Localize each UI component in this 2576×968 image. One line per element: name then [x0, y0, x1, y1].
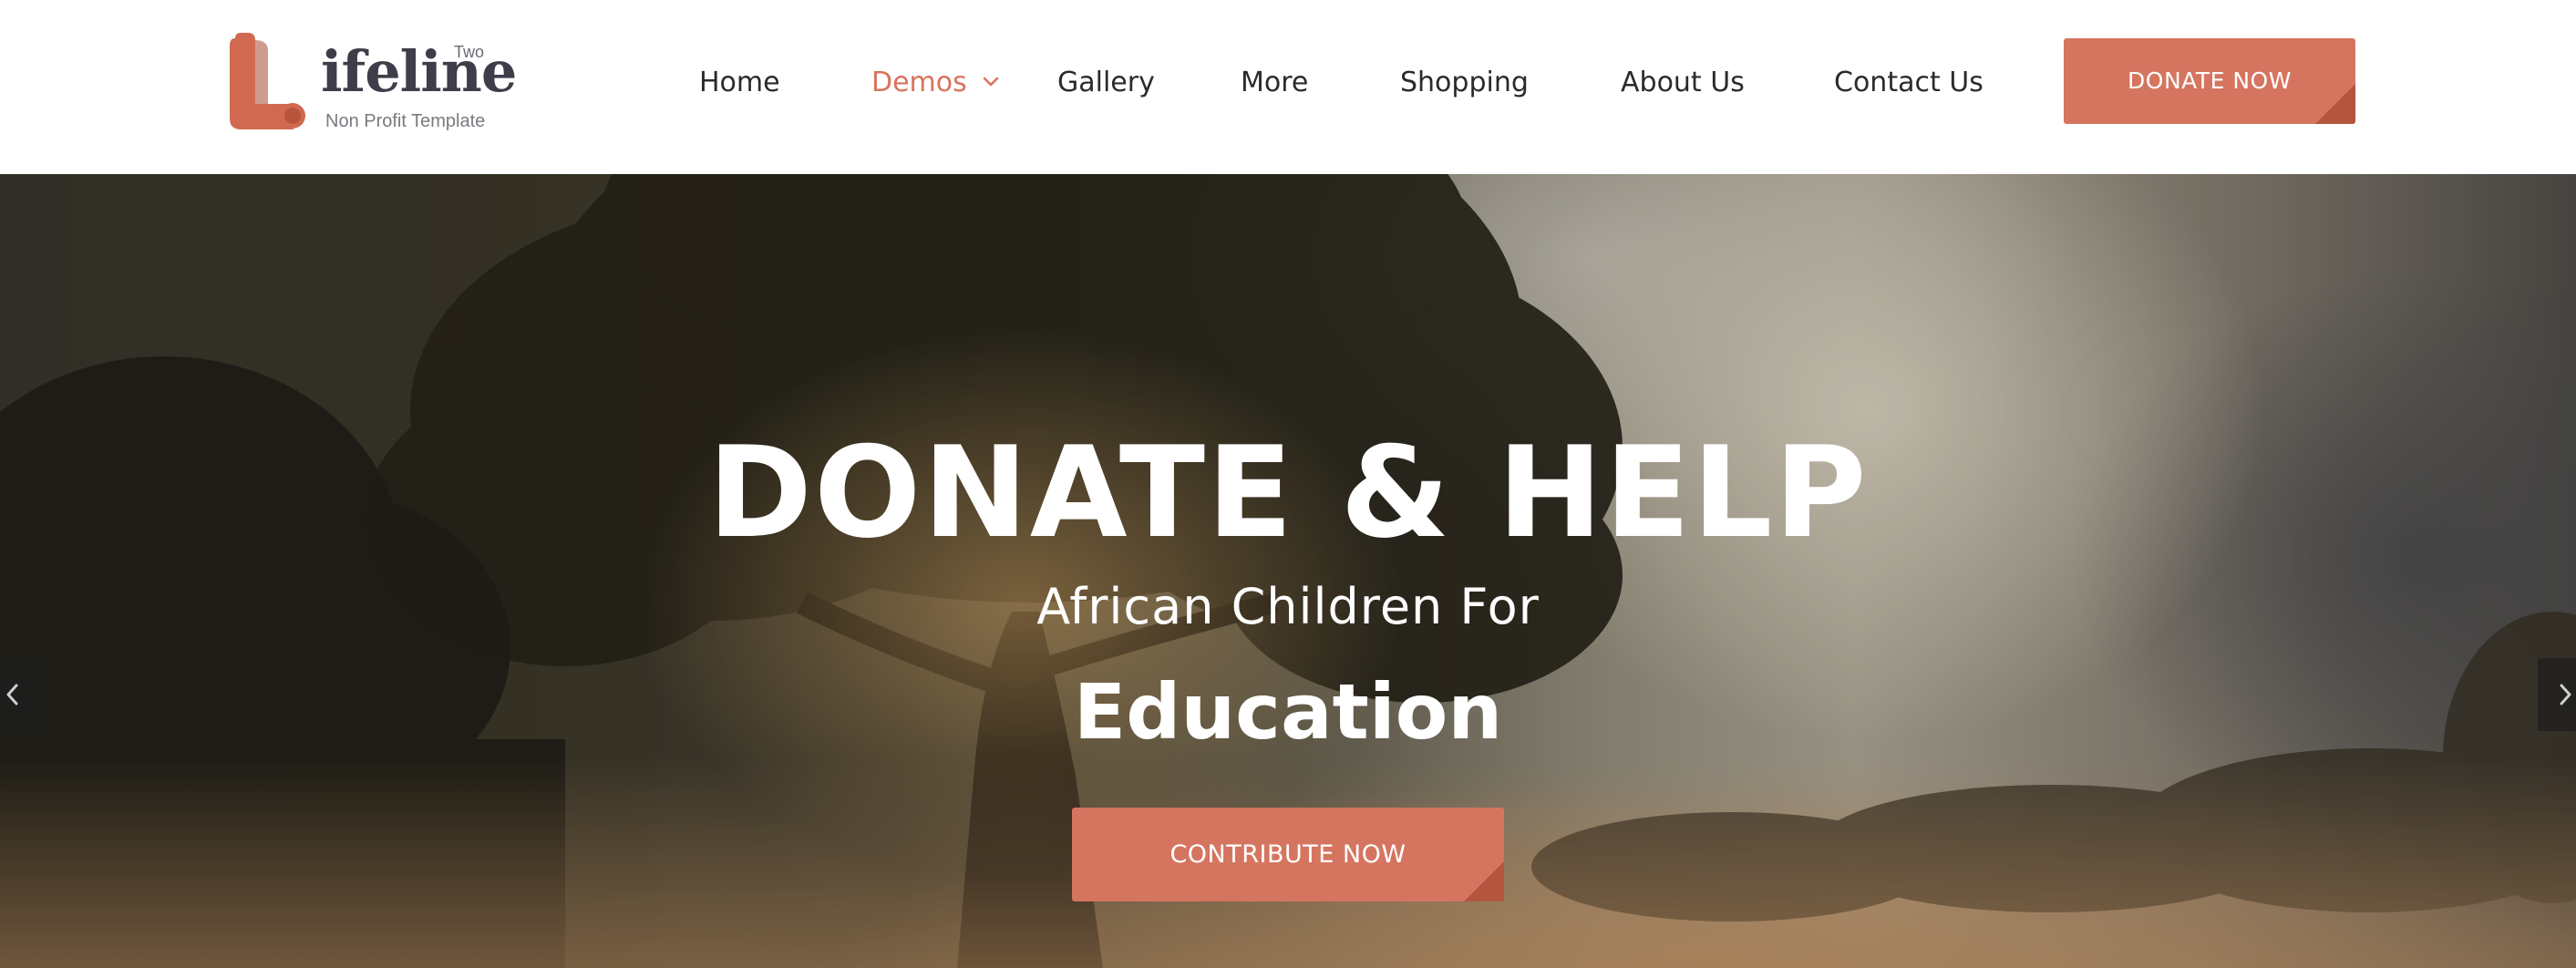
nav-item-gallery[interactable]: Gallery [1057, 65, 1155, 101]
donate-now-label: DONATE NOW [2128, 67, 2292, 94]
chevron-right-icon [2560, 684, 2571, 705]
slider-prev-button[interactable] [0, 658, 40, 731]
hero-subtitle: African Children For [1036, 578, 1540, 635]
corner-fold [1464, 861, 1504, 901]
hero-slider: DONATE & HELP African Children For Educa… [0, 174, 2576, 968]
slider-next-button[interactable] [2538, 658, 2576, 731]
nav-item-shopping[interactable]: Shopping [1400, 65, 1529, 101]
nav-item-demos[interactable]: Demos [871, 65, 967, 101]
nav-item-contact-us[interactable]: Contact Us [1834, 65, 1984, 101]
nav-item-home[interactable]: Home [699, 65, 780, 101]
contribute-now-button[interactable]: CONTRIBUTE NOW [1072, 808, 1504, 901]
site-header: ifeline Two Non Profit Template Home Dem… [0, 0, 2576, 174]
contribute-now-label: CONTRIBUTE NOW [1170, 840, 1406, 869]
hero-highlight: Education [1073, 667, 1503, 757]
hero-title: DONATE & HELP [707, 419, 1869, 566]
chevron-left-icon [6, 684, 18, 705]
corner-fold [2315, 84, 2355, 124]
donate-now-button[interactable]: DONATE NOW [2064, 38, 2355, 124]
nav-item-more[interactable]: More [1241, 65, 1308, 101]
nav-item-about-us[interactable]: About Us [1621, 65, 1745, 101]
chevron-down-icon[interactable] [982, 76, 1000, 88]
